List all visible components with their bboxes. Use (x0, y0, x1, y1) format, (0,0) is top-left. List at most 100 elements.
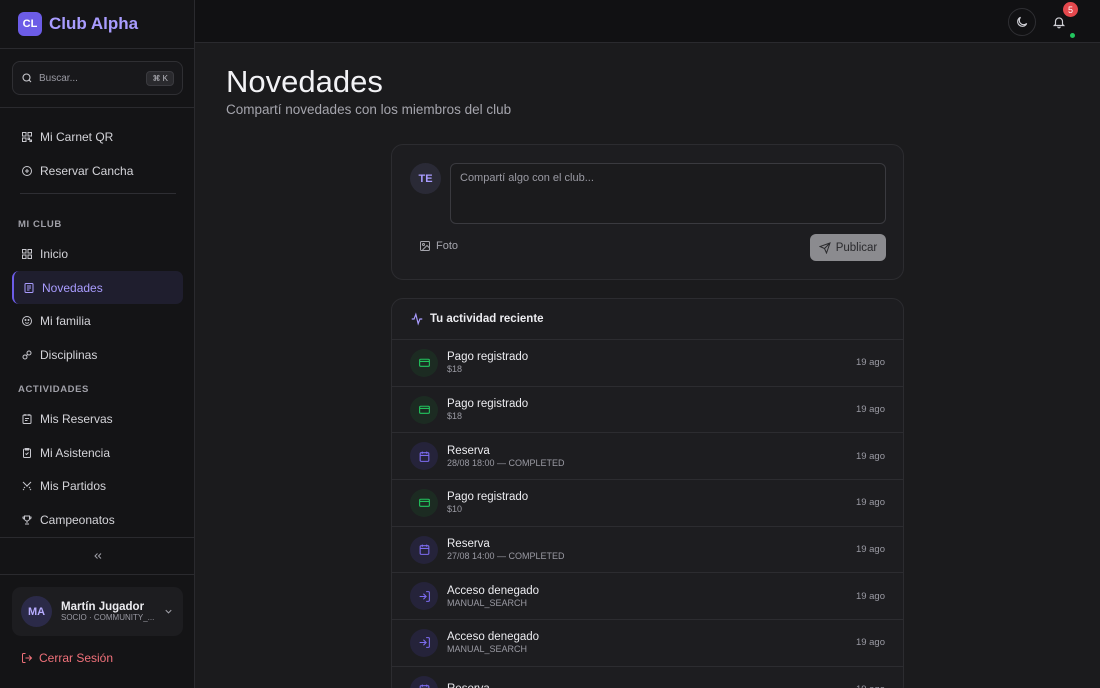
activity-item-detail: 27/08 14:00 — COMPLETED (447, 551, 565, 562)
swords-icon (22, 481, 32, 490)
sidebar-item-disciplinas[interactable]: Disciplinas (12, 338, 183, 371)
avatar: TE (410, 163, 441, 194)
calendar-list-icon (22, 413, 32, 424)
sidebar-item-mi-familia[interactable]: Mi familia (12, 304, 183, 337)
activity-item[interactable]: Reserva 27/08 14:00 — COMPLETED 19 ago (392, 527, 903, 574)
activity-item-title: Pago registrado (447, 491, 529, 504)
grid-icon (22, 248, 32, 259)
sidebar-item-mi-asistencia[interactable]: Mi Asistencia (12, 436, 183, 469)
activity-item-time: 19 ago (856, 684, 885, 688)
publish-button[interactable]: Publicar (810, 234, 886, 261)
activity-item-detail: $10 (447, 504, 463, 515)
divider (0, 574, 195, 575)
activity-item[interactable]: Acceso denegado MANUAL_SEARCH 19 ago (392, 573, 903, 621)
sidebar-item-inicio[interactable]: Inicio (12, 237, 183, 270)
add-photo-label: Foto (436, 240, 459, 252)
notification-count-badge: 5 (1063, 2, 1078, 17)
send-icon (818, 241, 831, 254)
search-box[interactable]: ⌘ K (12, 61, 183, 95)
sidebar-item-carnet-qr[interactable]: Mi Carnet QR (12, 120, 183, 153)
activity-item[interactable]: Pago registrado $18 19 ago (392, 340, 903, 387)
calendar-icon (410, 442, 438, 471)
divider (0, 537, 195, 538)
credit-card-icon (410, 488, 438, 517)
activity-item[interactable]: Reserva19 ago (392, 667, 903, 688)
activity-item-time: 19 ago (855, 497, 885, 509)
post-textarea[interactable] (450, 163, 886, 224)
log-in-icon (410, 582, 438, 611)
post-composer: TE Foto Publicar (391, 144, 904, 280)
sidebar-item-mis-partidos[interactable]: Mis Partidos (12, 469, 183, 502)
activity-title: Tu actividad reciente (430, 313, 544, 325)
activity-item[interactable]: Pago registrado $18 19 ago (392, 387, 903, 434)
page-title: Novedades (226, 64, 383, 99)
logout-label: Cerrar Sesión (39, 651, 114, 665)
calendar-icon (410, 675, 438, 688)
activity-item-title: Reserva (447, 683, 856, 688)
qr-icon (22, 131, 32, 142)
activity-item-text: Pago registrado $18 (447, 398, 856, 421)
activity-item[interactable]: Pago registrado $10 19 ago (392, 480, 903, 527)
activity-item-text: Acceso denegado MANUAL_SEARCH (447, 631, 856, 654)
log-in-icon (410, 628, 438, 657)
activity-item[interactable]: Reserva 28/08 18:00 — COMPLETED 19 ago (392, 433, 903, 481)
activity-item-text: Pago registrado $18 (447, 351, 856, 374)
sidebar-item-reservar-cancha[interactable]: Reservar Cancha (12, 154, 183, 187)
sidebar-item-label: Disciplinas (40, 347, 98, 362)
activity-item-title: Reserva (447, 444, 490, 457)
logout-icon (22, 653, 33, 663)
user-menu[interactable]: MA Martín Jugador SOCIO · COMMUNITY_... (12, 587, 183, 636)
theme-toggle-button[interactable] (1008, 8, 1036, 36)
add-photo-button[interactable]: Foto (419, 240, 458, 252)
activity-item-text: Acceso denegado MANUAL_SEARCH (447, 585, 856, 608)
activity-item-detail: MANUAL_SEARCH (447, 644, 528, 655)
avatar: MA (21, 596, 52, 627)
activity-item-title: Reserva (447, 538, 490, 551)
activity-item-detail: $18 (447, 411, 463, 422)
recent-activity-card: Tu actividad reciente Pago registrado $18… (391, 298, 904, 688)
search-input[interactable] (39, 72, 141, 84)
sidebar-item-novedades[interactable]: Novedades (12, 271, 183, 304)
search-shortcut: ⌘ K (146, 70, 174, 86)
moon-icon (1017, 16, 1028, 27)
collapse-sidebar-button[interactable] (88, 547, 108, 565)
section-label-actividades: ACTIVIDADES (18, 384, 89, 395)
activity-header: Tu actividad reciente (392, 299, 903, 340)
chevrons-left-icon (94, 553, 102, 559)
logout-button[interactable]: Cerrar Sesión (21, 651, 113, 665)
sidebar-item-label: Mi Carnet QR (40, 129, 114, 144)
divider (0, 48, 195, 49)
activity-item[interactable]: Acceso denegado MANUAL_SEARCH 19 ago (392, 620, 903, 667)
image-icon (420, 241, 430, 251)
activity-item-text: Reserva (447, 683, 856, 688)
page-subtitle: Compartí novedades con los miembros del … (226, 102, 512, 117)
online-status-dot (1070, 33, 1075, 38)
activity-item-title: Acceso denegado (447, 584, 540, 597)
sidebar-item-label: Mis Reservas (40, 411, 113, 426)
activity-item-title: Pago registrado (447, 398, 529, 411)
activity-item-text: Pago registrado $10 (447, 491, 856, 514)
user-role: SOCIO · COMMUNITY_... (61, 613, 154, 622)
publish-label: Publicar (835, 241, 878, 254)
brand[interactable]: CL Club Alpha (18, 12, 138, 36)
trophy-icon (22, 515, 32, 524)
divider (0, 107, 195, 108)
brand-name: Club Alpha (49, 14, 139, 33)
credit-card-icon (410, 348, 438, 377)
activity-item-text: Reserva 28/08 18:00 — COMPLETED (447, 445, 856, 468)
activity-item-time: 19 ago (855, 450, 885, 462)
user-name: Martín Jugador (61, 601, 145, 613)
activity-item-time: 19 ago (855, 637, 885, 649)
sidebar-item-campeonatos[interactable]: Campeonatos (12, 503, 183, 536)
section-label-mi-club: MI CLUB (18, 219, 62, 230)
sidebar-item-mis-reservas[interactable]: Mis Reservas (12, 402, 183, 435)
disciplines-icon (22, 350, 32, 359)
sidebar-item-label: Campeonatos (40, 512, 115, 527)
activity-item-time: 19 ago (855, 544, 885, 556)
activity-item-detail: MANUAL_SEARCH (447, 597, 528, 608)
activity-list: Pago registrado $18 19 ago Pago registrado $… (392, 340, 903, 688)
activity-item-detail: 28/08 18:00 — COMPLETED (447, 457, 565, 468)
sidebar-item-label: Novedades (42, 280, 103, 295)
family-icon (22, 315, 32, 326)
sidebar-item-label: Mi Asistencia (40, 445, 111, 460)
